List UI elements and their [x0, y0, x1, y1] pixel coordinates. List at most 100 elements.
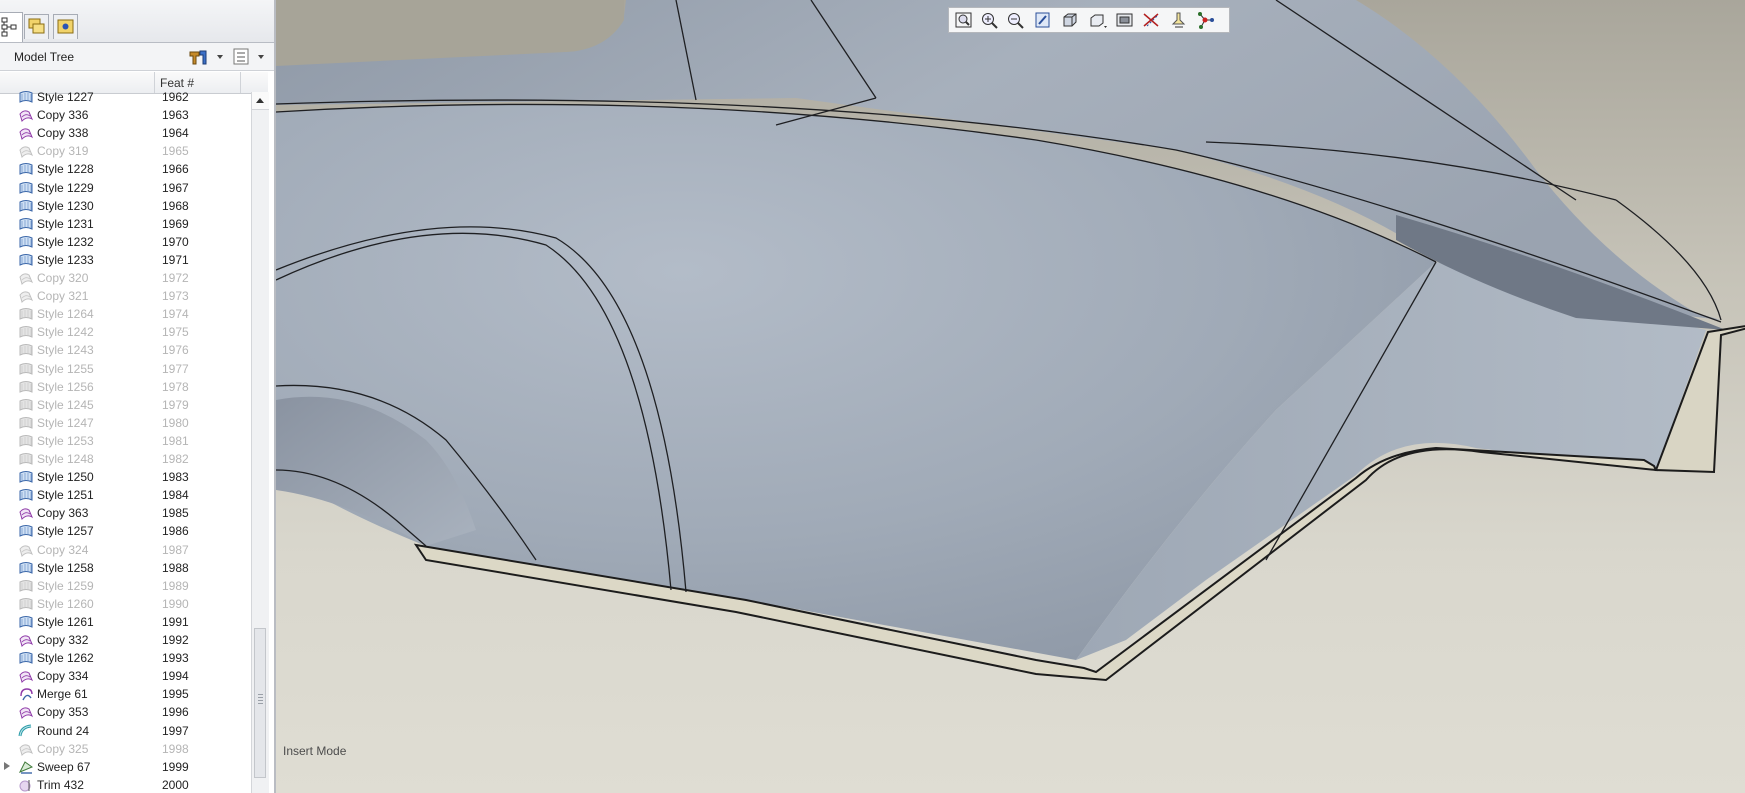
tree-row[interactable]: Copy 321 1973	[0, 287, 250, 305]
feature-name: Style 1248	[37, 452, 94, 466]
tree-row[interactable]: Copy 325 1998	[0, 740, 250, 758]
zoom-in-button[interactable]	[979, 10, 1001, 30]
tree-row[interactable]: Style 1264 1974	[0, 305, 250, 323]
feature-name: Copy 320	[37, 271, 89, 285]
zoom-out-button[interactable]	[1005, 10, 1027, 30]
repaint-button[interactable]	[1032, 10, 1054, 30]
tree-row[interactable]: Sweep 67 1999	[0, 758, 250, 776]
tab-model-tree[interactable]	[0, 12, 23, 42]
layers-button[interactable]	[1114, 10, 1136, 30]
feature-name: Style 1251	[37, 488, 94, 503]
tree-row[interactable]: Copy 320 1972	[0, 269, 250, 287]
tab-folder-browser[interactable]	[24, 14, 49, 39]
copy-feature-icon	[18, 542, 34, 558]
tree-row[interactable]: Style 1242 1975	[0, 323, 250, 341]
feature-number: 1975	[162, 325, 189, 340]
feature-number: 1970	[162, 234, 189, 249]
tree-row[interactable]: Style 1232 1970	[0, 233, 250, 251]
tab-favorites[interactable]	[53, 14, 78, 39]
tree-row[interactable]: Copy 336 1963	[0, 106, 250, 124]
feature-name: Style 1243	[37, 343, 94, 358]
datum-display-button[interactable]	[1141, 10, 1163, 30]
tree-row[interactable]: Copy 338 1964	[0, 124, 250, 142]
feature-name: Copy 332	[37, 633, 89, 647]
scroll-up-button[interactable]	[252, 92, 269, 110]
tree-row[interactable]: Style 1247 1980	[0, 414, 250, 432]
car-body-model[interactable]	[276, 0, 1745, 793]
tree-row[interactable]: Copy 332 1992	[0, 631, 250, 649]
tree-row[interactable]: Style 1257 1986	[0, 522, 250, 540]
status-mode-label: Insert Mode	[283, 744, 347, 758]
feature-name: Style 1228	[37, 162, 94, 177]
tree-row[interactable]: Style 1229 1967	[0, 179, 250, 197]
zoom-out-icon	[1008, 13, 1024, 29]
tree-row[interactable]: Style 1245 1979	[0, 396, 250, 414]
tree-row[interactable]: Copy 363 1985	[0, 504, 250, 522]
feature-number: 1966	[162, 162, 189, 177]
copy-feature-icon	[18, 288, 34, 304]
layers-icon	[1116, 13, 1133, 27]
datum-planes-button[interactable]	[1168, 10, 1190, 30]
tree-row[interactable]: Copy 353 1996	[0, 703, 250, 721]
tree-row[interactable]: Round 24 1997	[0, 722, 250, 740]
feature-name: Style 1233	[37, 252, 94, 267]
feature-number: 1998	[162, 741, 189, 756]
show-button[interactable]	[232, 47, 268, 66]
feature-name: Style 1256	[37, 379, 94, 394]
saved-views-icon	[1090, 14, 1107, 28]
tree-row[interactable]: Copy 324 1987	[0, 541, 250, 559]
tree-row[interactable]: Style 1262 1993	[0, 649, 250, 667]
tree-row[interactable]: Style 1260 1990	[0, 595, 250, 613]
feature-number: 1973	[162, 289, 189, 304]
column-feat-header[interactable]: Feat #	[160, 76, 194, 90]
feature-number: 1991	[162, 614, 189, 629]
feature-number: 1964	[162, 126, 189, 141]
feature-number: 1967	[162, 180, 189, 195]
feature-number: 2000	[162, 777, 189, 792]
tree-row[interactable]: Style 1258 1988	[0, 559, 250, 577]
expand-arrow-icon[interactable]	[4, 761, 10, 770]
feature-name: Copy 353	[37, 705, 89, 720]
tree-row[interactable]: Style 1230 1968	[0, 197, 250, 215]
style-feature-icon	[18, 614, 34, 630]
feature-name: Style 1229	[37, 180, 94, 195]
tree-row[interactable]: Style 1256 1978	[0, 378, 250, 396]
tree-row[interactable]: Style 1231 1969	[0, 215, 250, 233]
style-feature-icon	[18, 306, 34, 322]
copy-feature-icon	[18, 125, 34, 141]
tree-row[interactable]: Style 1227 1962	[0, 90, 250, 106]
copy-feature-icon	[18, 107, 34, 123]
tree-scrollbar[interactable]	[251, 92, 269, 793]
refit-button[interactable]	[953, 10, 975, 30]
feature-name: Copy 363	[37, 506, 89, 521]
tree-row[interactable]: Style 1250 1983	[0, 468, 250, 486]
graphics-viewport[interactable]: Insert Mode	[276, 0, 1745, 793]
scroll-thumb[interactable]	[254, 628, 266, 778]
style-feature-icon	[18, 451, 34, 467]
tree-row[interactable]: Style 1251 1984	[0, 486, 250, 504]
scroll-grip	[258, 694, 263, 704]
tree-row[interactable]: Style 1259 1989	[0, 577, 250, 595]
feature-name: Copy 324	[37, 542, 89, 557]
tree-row[interactable]: Style 1253 1981	[0, 432, 250, 450]
tree-row[interactable]: Style 1248 1982	[0, 450, 250, 468]
feature-number: 1977	[162, 361, 189, 376]
spin-center-button[interactable]	[1195, 10, 1217, 30]
repaint-icon	[1035, 12, 1050, 28]
style-feature-icon	[18, 342, 34, 358]
feature-name: Style 1227	[37, 90, 94, 104]
display-style-button[interactable]	[1059, 10, 1081, 30]
tree-row[interactable]: Merge 61 1995	[0, 685, 250, 703]
tree-row[interactable]: Style 1233 1971	[0, 251, 250, 269]
tree-row[interactable]: Trim 432 2000	[0, 776, 250, 793]
tree-row[interactable]: Copy 334 1994	[0, 667, 250, 685]
saved-views-button[interactable]	[1087, 10, 1109, 30]
feature-number: 1995	[162, 687, 189, 702]
settings-button[interactable]	[186, 47, 226, 66]
tree-row[interactable]: Style 1228 1966	[0, 160, 250, 178]
tree-row[interactable]: Style 1243 1976	[0, 341, 250, 359]
tree-row[interactable]: Style 1261 1991	[0, 613, 250, 631]
style-feature-icon	[18, 216, 34, 232]
tree-row[interactable]: Copy 319 1965	[0, 142, 250, 160]
tree-row[interactable]: Style 1255 1977	[0, 360, 250, 378]
